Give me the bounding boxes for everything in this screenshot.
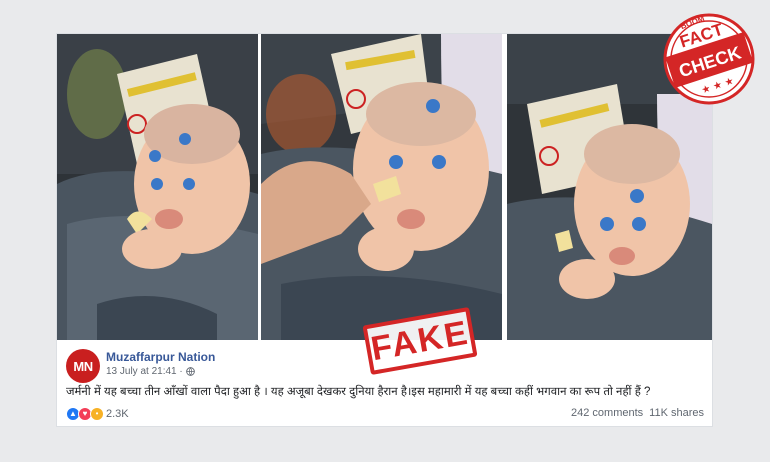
page-avatar[interactable]: MN (66, 349, 100, 383)
wow-reaction-icon: • (90, 407, 104, 421)
photo-collage (57, 34, 712, 340)
comments-count[interactable]: 242 comments (571, 407, 643, 419)
baby-photo-2-image (261, 34, 502, 340)
fact-check-badge: FACT CHECK ★ ★ ★ (663, 13, 755, 105)
baby-photo-2[interactable] (261, 34, 502, 340)
baby-photo-1[interactable] (57, 34, 258, 340)
post-text: जर्मनी में यह बच्चा तीन आँखों वाला पैदा … (66, 386, 651, 398)
engagement-stats: 242 comments 11K shares (571, 407, 704, 419)
baby-photo-1-image (57, 34, 258, 340)
reactions-summary[interactable]: ▲ ♥ • 2.3K (66, 407, 129, 421)
reaction-count: 2.3K (106, 408, 129, 420)
globe-icon (185, 367, 195, 376)
page-name-link[interactable]: Muzaffarpur Nation (106, 350, 215, 364)
shares-count[interactable]: 11K shares (649, 407, 704, 419)
avatar-initials: MN (73, 358, 93, 374)
timestamp-text: 13 July at 21:41 · (106, 366, 183, 377)
post-timestamp[interactable]: 13 July at 21:41 · (106, 366, 195, 377)
reaction-icons: ▲ ♥ • (66, 407, 104, 421)
